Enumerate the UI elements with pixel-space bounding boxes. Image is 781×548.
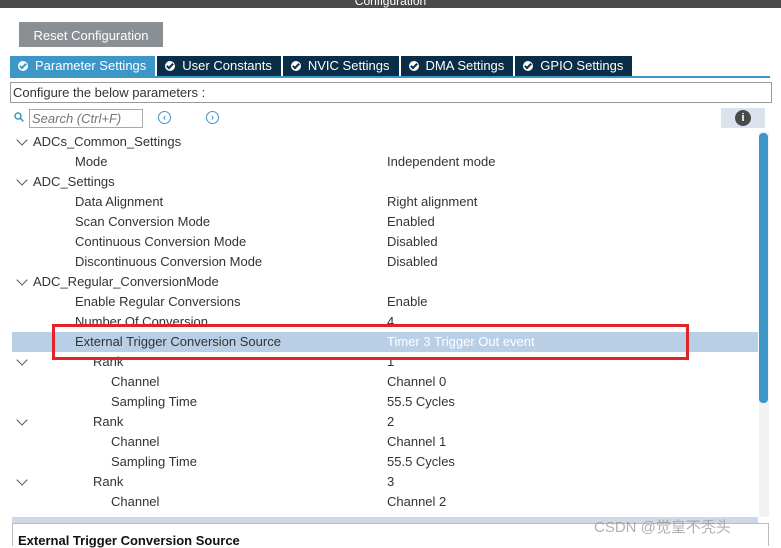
chevron-left-icon[interactable]: ‹ xyxy=(158,111,171,124)
tree-row-value: Enabled xyxy=(387,214,435,229)
tree-row-label: Data Alignment xyxy=(75,194,164,209)
tree-row-label: Sampling Time xyxy=(111,454,197,469)
tree-group-row[interactable]: ADCs_Common_Settings xyxy=(12,132,758,152)
tab-nvic-settings[interactable]: NVIC Settings xyxy=(282,56,399,76)
tab-underline xyxy=(10,76,770,78)
tab-label: Parameter Settings xyxy=(35,58,147,73)
tree-row-label: Sampling Time xyxy=(111,394,197,409)
tab-label: DMA Settings xyxy=(425,58,505,73)
tree-param-row[interactable]: Continuous Conversion Mode Disabled xyxy=(12,232,758,252)
tree-row-label: ADC_Settings xyxy=(33,174,115,189)
tree-param-row[interactable]: Sampling Time 55.5 Cycles xyxy=(12,452,758,472)
tree-row-value: Disabled xyxy=(387,234,438,249)
tab-label: GPIO Settings xyxy=(540,58,624,73)
tree-row-label: Enable Regular Conversions xyxy=(75,294,241,309)
tree-param-row[interactable]: Channel Channel 2 xyxy=(12,492,758,512)
info-icon: i xyxy=(735,110,751,126)
tab-parameter-settings[interactable]: Parameter Settings xyxy=(10,56,156,76)
tree-row-value: 55.5 Cycles xyxy=(387,394,455,409)
tree-row-label: Mode xyxy=(75,154,108,169)
tree-row-value: Channel 2 xyxy=(387,494,447,509)
check-circle-icon xyxy=(290,61,301,71)
tree-row-value: Enable xyxy=(387,294,428,309)
window-title: Configuration xyxy=(354,0,427,8)
tab-bar: Parameter Settings User Constants NVIC S… xyxy=(10,56,634,78)
annotation-highlight-box xyxy=(52,324,689,360)
tab-user-constants[interactable]: User Constants xyxy=(157,56,281,76)
chevron-down-icon[interactable] xyxy=(16,274,28,286)
tree-row-label: Channel xyxy=(111,374,160,389)
tab-gpio-settings[interactable]: GPIO Settings xyxy=(515,56,633,76)
tree-row-value: Independent mode xyxy=(387,154,496,169)
chevron-down-icon[interactable] xyxy=(16,354,28,366)
description-title: External Trigger Conversion Source xyxy=(18,533,240,548)
check-circle-icon xyxy=(18,61,28,71)
tab-dma-settings[interactable]: DMA Settings xyxy=(400,56,514,76)
tree-row-label: Rank xyxy=(93,414,124,429)
check-circle-icon xyxy=(523,61,534,71)
tree-row-value: 3 xyxy=(387,474,395,489)
tree-param-row[interactable]: Mode Independent mode xyxy=(12,152,758,172)
watermark: CSDN @觉皇不秃头 xyxy=(594,519,731,536)
parameter-tree: ADCs_Common_Settings Mode Independent mo… xyxy=(12,132,758,512)
check-circle-icon xyxy=(165,61,176,71)
window-titlebar: Configuration xyxy=(0,0,781,8)
tree-row-value: Right alignment xyxy=(387,194,478,209)
check-circle-icon xyxy=(408,61,419,71)
tree-row-label: Continuous Conversion Mode xyxy=(75,234,247,249)
tree-row-label: ADC_Regular_ConversionMode xyxy=(33,274,219,289)
chevron-down-icon[interactable] xyxy=(16,414,28,426)
tree-row-label: Rank xyxy=(93,474,124,489)
tree-param-row[interactable]: Channel Channel 0 xyxy=(12,372,758,392)
tree-row-label: Scan Conversion Mode xyxy=(75,214,211,229)
tree-param-row[interactable]: Sampling Time 55.5 Cycles xyxy=(12,392,758,412)
tree-row-value: 2 xyxy=(387,414,395,429)
tree-row-label: Channel xyxy=(111,494,160,509)
vertical-scrollbar-thumb[interactable] xyxy=(759,133,768,403)
search-icon xyxy=(14,112,24,122)
tree-row-value: Channel 0 xyxy=(387,374,447,389)
tree-param-row[interactable]: Data Alignment Right alignment xyxy=(12,192,758,212)
tree-param-row[interactable]: Enable Regular Conversions Enable xyxy=(12,292,758,312)
tree-row-label: Discontinuous Conversion Mode xyxy=(75,254,263,269)
tree-group-row[interactable]: ADC_Regular_ConversionMode xyxy=(12,272,758,292)
chevron-right-icon[interactable]: › xyxy=(206,111,219,124)
chevron-down-icon[interactable] xyxy=(16,134,28,146)
tree-param-row[interactable]: Channel Channel 1 xyxy=(12,432,758,452)
reset-configuration-button[interactable]: Reset Configuration xyxy=(19,22,163,47)
info-button[interactable]: i xyxy=(721,108,765,128)
tab-label: User Constants xyxy=(182,58,272,73)
tree-row-label: Channel xyxy=(111,434,160,449)
tree-param-row[interactable]: Discontinuous Conversion Mode Disabled xyxy=(12,252,758,272)
tree-rank-row[interactable]: Rank 3 xyxy=(12,472,758,492)
tree-row-label: ADCs_Common_Settings xyxy=(33,134,182,149)
tab-label: NVIC Settings xyxy=(307,58,390,73)
tree-row-value: 55.5 Cycles xyxy=(387,454,455,469)
search-input[interactable] xyxy=(29,109,143,128)
tree-rank-row[interactable]: Rank 2 xyxy=(12,412,758,432)
configure-hint: Configure the below parameters : xyxy=(10,82,772,103)
tree-param-row[interactable]: Scan Conversion Mode Enabled xyxy=(12,212,758,232)
tree-group-row[interactable]: ADC_Settings xyxy=(12,172,758,192)
tree-row-value: Channel 1 xyxy=(387,434,447,449)
chevron-down-icon[interactable] xyxy=(16,174,28,186)
tree-row-value: Disabled xyxy=(387,254,438,269)
chevron-down-icon[interactable] xyxy=(16,474,28,486)
